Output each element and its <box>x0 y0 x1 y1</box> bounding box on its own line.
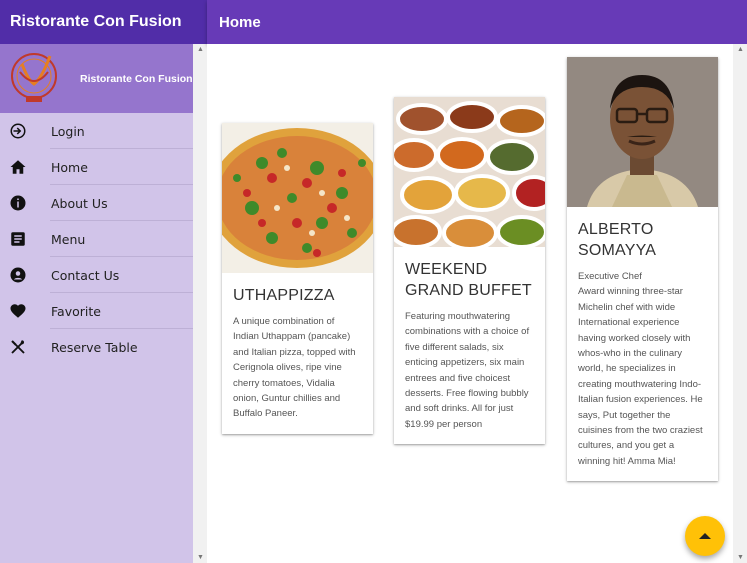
scroll-down-arrow-icon[interactable]: ▼ <box>197 554 204 561</box>
nav-item-label: Contact Us <box>51 267 120 283</box>
drawer-toolbar: Ristorante Con Fusion <box>0 0 207 44</box>
menu-list-icon <box>9 230 27 248</box>
card-body: ALBERTO SOMAYYA Executive Chef Award win… <box>567 207 718 481</box>
pizza-image <box>222 123 373 273</box>
info-icon <box>9 194 27 212</box>
chef-photo <box>567 57 718 207</box>
main-scrollbar[interactable]: ▲ ▼ <box>733 44 747 563</box>
restaurant-logo <box>8 50 66 108</box>
card-body: UTHAPPIZZA A unique combination of India… <box>222 273 373 434</box>
card-description: Featuring mouthwatering combinations wit… <box>405 311 530 430</box>
drawer-scrollbar[interactable]: ▲ ▼ <box>193 44 207 563</box>
nav-list: Login Home About Us Menu Contact Us Favo… <box>0 113 193 365</box>
scroll-down-arrow-icon[interactable]: ▼ <box>737 554 744 561</box>
app-window: Ristorante Con Fusion Ristorante Con Fus… <box>0 0 747 563</box>
scroll-to-top-button[interactable] <box>685 516 725 556</box>
card-title: WEEKEND GRAND BUFFET <box>405 261 532 299</box>
promotion-card[interactable]: WEEKEND GRAND BUFFET Featuring mouthwate… <box>394 97 545 445</box>
nav-item-label: Login <box>51 123 85 139</box>
card-description: A unique combination of Indian Uthappam … <box>233 316 356 420</box>
scroll-up-arrow-icon[interactable]: ▲ <box>197 46 204 53</box>
arrow-up-icon <box>699 527 711 545</box>
card-title: ALBERTO SOMAYYA <box>578 221 657 259</box>
home-icon <box>9 158 27 176</box>
main-toolbar: Home <box>207 0 747 44</box>
utensils-icon <box>9 338 27 356</box>
nav-item-contact[interactable]: Contact Us <box>0 257 193 293</box>
heart-icon <box>9 302 27 320</box>
nav-item-label: Favorite <box>51 303 101 319</box>
card-title: UTHAPPIZZA <box>233 287 335 304</box>
side-drawer: Ristorante Con Fusion Ristorante Con Fus… <box>0 0 207 563</box>
nav-item-label: Menu <box>51 231 86 247</box>
card-subtitle: Executive Chef <box>578 271 642 282</box>
nav-item-label: About Us <box>51 195 108 211</box>
dish-card[interactable]: UTHAPPIZZA A unique combination of India… <box>222 123 373 434</box>
nav-item-about[interactable]: About Us <box>0 185 193 221</box>
drawer-title: Ristorante Con Fusion <box>10 13 182 30</box>
nav-item-menu[interactable]: Menu <box>0 221 193 257</box>
main-content: UTHAPPIZZA A unique combination of India… <box>207 44 733 563</box>
drawer-header: Ristorante Con Fusion <box>0 44 193 113</box>
scroll-up-arrow-icon[interactable]: ▲ <box>737 46 744 53</box>
nav-item-home[interactable]: Home <box>0 149 193 185</box>
card-body: WEEKEND GRAND BUFFET Featuring mouthwate… <box>394 247 545 444</box>
nav-item-label: Home <box>51 159 88 175</box>
nav-item-reserve[interactable]: Reserve Table <box>0 329 193 365</box>
contact-icon <box>9 266 27 284</box>
drawer-header-title: Ristorante Con Fusion <box>80 72 193 85</box>
leader-card[interactable]: ALBERTO SOMAYYA Executive Chef Award win… <box>567 57 718 482</box>
buffet-image <box>394 97 545 247</box>
nav-item-label: Reserve Table <box>51 339 138 355</box>
nav-item-login[interactable]: Login <box>0 113 193 149</box>
login-icon <box>9 122 27 140</box>
card-description: Award winning three-star Michelin chef w… <box>578 286 703 467</box>
page-title: Home <box>219 13 261 31</box>
nav-item-favorite[interactable]: Favorite <box>0 293 193 329</box>
